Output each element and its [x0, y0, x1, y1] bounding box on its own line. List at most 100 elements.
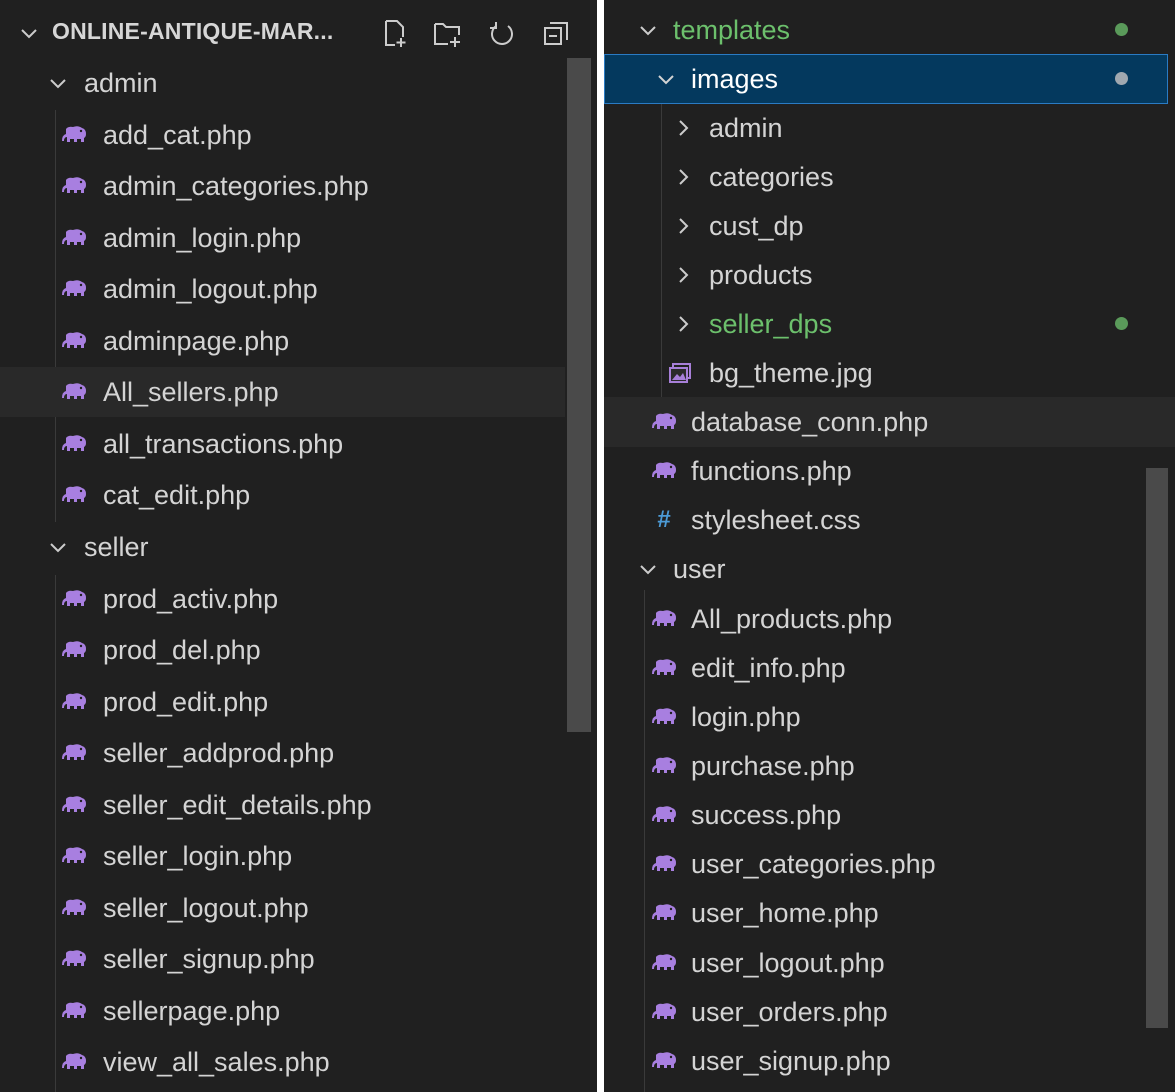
php-elephant-icon — [58, 470, 92, 520]
file-item[interactable]: seller_signup.php — [0, 934, 565, 984]
file-item[interactable]: cat_edit.php — [0, 470, 565, 520]
php-elephant-icon — [58, 934, 92, 984]
new-folder-icon[interactable] — [430, 16, 466, 52]
file-item[interactable]: success.php — [604, 790, 1175, 840]
file-label: user_categories.php — [691, 848, 936, 879]
file-item[interactable]: # stylesheet.css — [604, 495, 1175, 545]
file-label: login.php — [691, 701, 801, 732]
folder-label: categories — [709, 161, 834, 192]
file-item[interactable]: prod_edit.php — [0, 677, 565, 727]
php-elephant-icon — [648, 594, 682, 644]
php-elephant-icon — [58, 213, 92, 263]
vertical-scrollbar[interactable] — [1146, 468, 1168, 1028]
file-item[interactable]: view_all_sales.php — [0, 1037, 565, 1087]
file-item[interactable]: user_logout.php — [604, 938, 1175, 988]
refresh-icon[interactable] — [484, 16, 520, 52]
file-label: seller_edit_details.php — [103, 789, 372, 820]
image-file-icon — [666, 348, 694, 398]
chevron-right-icon — [674, 250, 694, 300]
file-item[interactable]: user_orders.php — [604, 987, 1175, 1037]
chevron-right-icon — [674, 103, 694, 153]
file-item[interactable]: sellerpage.php — [0, 986, 565, 1036]
file-label: All_products.php — [691, 603, 893, 634]
folder-admin[interactable]: admin — [0, 58, 565, 108]
chevron-right-icon — [674, 201, 694, 251]
explorer-root-header[interactable]: ONLINE-ANTIQUE-MAR... — [0, 8, 597, 56]
folder-label: admin — [84, 67, 158, 98]
file-item[interactable]: user_home.php — [604, 888, 1175, 938]
file-label: prod_activ.php — [103, 583, 279, 614]
file-item[interactable]: admin_login.php — [0, 213, 565, 263]
php-elephant-icon — [648, 888, 682, 938]
explorer-root-title: ONLINE-ANTIQUE-MAR... — [52, 18, 334, 44]
explorer-panel-left: ONLINE-ANTIQUE-MAR... admin add_cat.php … — [0, 0, 597, 1092]
file-label: seller_addprod.php — [103, 737, 335, 768]
collapse-all-icon[interactable] — [538, 16, 574, 52]
file-item-hovered[interactable]: database_conn.php — [604, 397, 1175, 447]
php-elephant-icon — [648, 692, 682, 742]
file-label: cat_edit.php — [103, 479, 251, 510]
php-elephant-icon — [648, 643, 682, 693]
chevron-down-icon[interactable] — [18, 22, 40, 49]
file-item[interactable]: purchase.php — [604, 741, 1175, 791]
file-label: prod_del.php — [103, 634, 261, 665]
file-label: seller_logout.php — [103, 892, 309, 923]
new-file-icon[interactable] — [378, 16, 414, 52]
file-label: user_orders.php — [691, 996, 888, 1027]
php-elephant-icon — [58, 264, 92, 314]
folder-item[interactable]: categories — [604, 152, 1175, 202]
chevron-down-icon — [636, 544, 660, 594]
folder-item[interactable]: admin — [604, 103, 1175, 153]
folder-item[interactable]: seller_dps — [604, 299, 1175, 349]
git-status-dot — [1115, 72, 1128, 85]
file-label: admin_categories.php — [103, 170, 369, 201]
php-elephant-icon — [648, 1036, 682, 1086]
php-elephant-icon — [648, 741, 682, 791]
vertical-scrollbar[interactable] — [567, 58, 591, 732]
file-item[interactable]: admin_categories.php — [0, 161, 565, 211]
folder-templates[interactable]: templates — [604, 5, 1175, 55]
php-elephant-icon — [58, 986, 92, 1036]
file-item[interactable]: seller_edit_details.php — [0, 780, 565, 830]
chevron-down-icon — [46, 58, 70, 108]
file-item[interactable]: seller_addprod.php — [0, 728, 565, 778]
file-item[interactable]: prod_del.php — [0, 625, 565, 675]
file-label: database_conn.php — [691, 406, 929, 437]
file-label: seller_login.php — [103, 840, 293, 871]
file-item[interactable]: bg_theme.jpg — [604, 348, 1175, 398]
file-label: stylesheet.css — [691, 504, 861, 535]
file-item[interactable]: All_products.php — [604, 594, 1175, 644]
file-item[interactable]: functions.php — [604, 446, 1175, 496]
folder-item[interactable]: products — [604, 250, 1175, 300]
php-elephant-icon — [58, 1037, 92, 1087]
file-item[interactable]: seller_logout.php — [0, 883, 565, 933]
file-label: view_all_sales.php — [103, 1046, 330, 1077]
php-elephant-icon — [648, 839, 682, 889]
file-item[interactable]: adminpage.php — [0, 316, 565, 366]
php-elephant-icon — [648, 987, 682, 1037]
folder-label: images — [691, 63, 779, 94]
file-label: bg_theme.jpg — [709, 357, 873, 388]
php-elephant-icon — [58, 780, 92, 830]
file-item-hovered[interactable]: All_sellers.php — [0, 367, 565, 417]
file-item[interactable]: login.php — [604, 692, 1175, 742]
file-label: seller_signup.php — [103, 943, 315, 974]
file-item[interactable]: seller_login.php — [0, 831, 565, 881]
file-label: sellerpage.php — [103, 995, 281, 1026]
php-elephant-icon — [58, 625, 92, 675]
folder-images-selected[interactable]: images — [604, 54, 1168, 104]
file-item[interactable]: add_cat.php — [0, 110, 565, 160]
file-label: success.php — [691, 799, 842, 830]
file-item[interactable]: user_signup.php — [604, 1036, 1175, 1086]
file-label: adminpage.php — [103, 325, 290, 356]
folder-user[interactable]: user — [604, 544, 1175, 594]
chevron-down-icon — [46, 522, 70, 572]
file-item[interactable]: prod_activ.php — [0, 574, 565, 624]
file-item[interactable]: edit_info.php — [604, 643, 1175, 693]
file-item[interactable]: all_transactions.php — [0, 419, 565, 469]
folder-item[interactable]: cust_dp — [604, 201, 1175, 251]
file-item[interactable]: user_categories.php — [604, 839, 1175, 889]
folder-seller[interactable]: seller — [0, 522, 565, 572]
file-item[interactable]: admin_logout.php — [0, 264, 565, 314]
chevron-right-icon — [674, 299, 694, 349]
